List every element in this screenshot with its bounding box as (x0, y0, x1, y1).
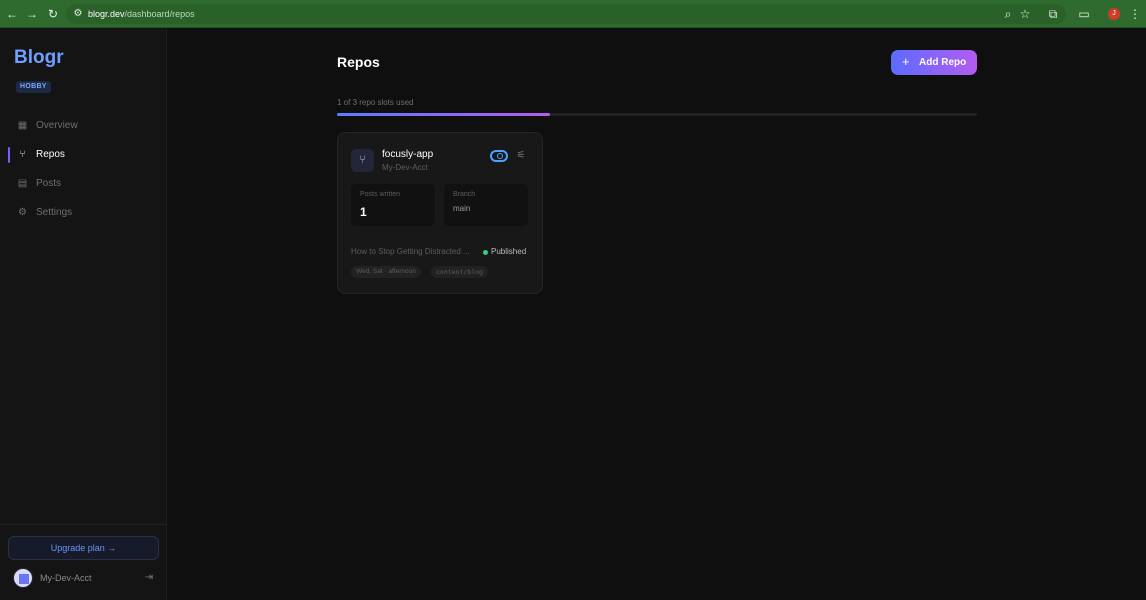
schedule-tag: Wed, Sat · afternoon (351, 266, 421, 278)
address-bar[interactable]: ⚙ blogr.dev/dashboard/repos (66, 4, 1066, 24)
repo-owner: My-Dev-Acct (382, 163, 428, 172)
sidebar-item-label: Overview (36, 120, 78, 131)
reload-icon[interactable]: ↻ (45, 6, 61, 22)
active-indicator (8, 147, 10, 163)
document-icon: ▤ (17, 178, 28, 189)
stat-label: Branch (453, 191, 476, 198)
git-branch-icon: ⑂ (351, 149, 374, 172)
bookmark-star-icon[interactable]: ☆ (1017, 6, 1033, 22)
sidebar-item-label: Repos (36, 149, 65, 160)
repo-enabled-toggle[interactable] (490, 150, 508, 162)
sidebar: Blogr HOBBY ▦ Overview ⑂ Repos ▤ Posts ⚙… (0, 28, 167, 600)
browser-toolbar: ← → ↻ ⚙ blogr.dev/dashboard/repos ⌕ ☆ ⧉ … (0, 0, 1146, 28)
latest-post-title[interactable]: How to Stop Getting Distracted ... (351, 247, 476, 256)
cast-icon[interactable]: ▭ (1076, 6, 1092, 22)
forward-arrow-icon[interactable]: → (24, 6, 40, 22)
app-logo[interactable]: Blogr (14, 47, 64, 69)
stat-label: Posts written (360, 191, 401, 198)
back-arrow-icon[interactable]: ← (4, 6, 20, 22)
posts-written-stat: Posts written 1 (351, 184, 435, 226)
repo-slots-text: 1 of 3 repo slots used (337, 98, 414, 107)
plus-icon: + (902, 54, 910, 69)
logout-icon[interactable]: ⇥ (143, 572, 155, 584)
menu-kebab-icon[interactable]: ⋮ (1127, 6, 1143, 22)
sidebar-item-overview[interactable]: ▦ Overview (8, 115, 158, 137)
path-tag: content/blog (431, 266, 488, 278)
sliders-icon[interactable]: ⚟ (515, 150, 527, 162)
repo-name[interactable]: focusly-app (382, 149, 433, 160)
add-repo-button[interactable]: + Add Repo (891, 50, 977, 75)
stat-value: 1 (360, 205, 367, 219)
gear-icon: ⚙ (18, 207, 27, 218)
upgrade-plan-button[interactable]: Upgrade plan → (8, 536, 159, 560)
toggle-knob (497, 153, 503, 159)
repo-slots-progress-fill (337, 113, 551, 116)
url-text: blogr.dev/dashboard/repos (88, 8, 195, 20)
avatar[interactable] (13, 568, 33, 588)
sidebar-item-repos[interactable]: ⑂ Repos (8, 144, 158, 166)
profile-avatar[interactable]: J (1108, 8, 1120, 20)
stat-value: main (453, 204, 471, 213)
status-dot (483, 250, 488, 255)
site-info-icon[interactable]: ⚙ (72, 8, 84, 20)
branch-stat: Branch main (444, 184, 528, 226)
url-path: /dashboard/repos (124, 9, 195, 19)
user-name: My-Dev-Acct (40, 573, 92, 583)
zoom-icon[interactable]: ⌕ (1000, 6, 1016, 22)
sidebar-item-settings[interactable]: ⚙ Settings (8, 202, 158, 224)
url-host: blogr.dev (88, 9, 125, 19)
divider (0, 524, 167, 525)
sidebar-item-posts[interactable]: ▤ Posts (8, 173, 158, 195)
repo-slots-progress (337, 113, 977, 116)
repo-card[interactable]: ⑂ focusly-app My-Dev-Acct ⚟ Posts writte… (337, 132, 543, 294)
sidebar-item-label: Settings (36, 207, 73, 218)
extensions-icon[interactable]: ⧉ (1045, 6, 1061, 22)
sidebar-item-label: Posts (36, 178, 62, 189)
add-repo-label: Add Repo (919, 57, 967, 68)
page-title: Repos (337, 54, 380, 70)
status-badge: Published (491, 247, 527, 256)
plan-badge: HOBBY (16, 81, 51, 93)
git-branch-icon: ⑂ (19, 149, 26, 160)
grid-icon: ▦ (17, 120, 28, 131)
